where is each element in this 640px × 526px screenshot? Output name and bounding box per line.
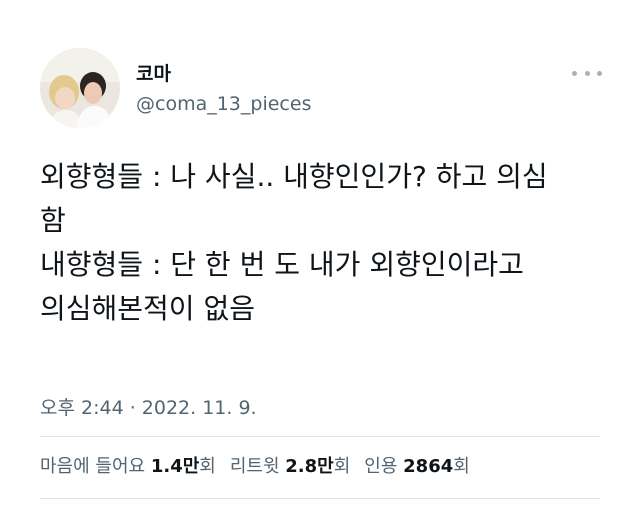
quotes-suffix: 회 [453,456,470,477]
likes-stat[interactable]: 마음에 들어요 1.4만회 [40,455,216,479]
more-options-icon[interactable] [572,66,602,80]
likes-suffix: 회 [199,456,216,477]
likes-label: 마음에 들어요 [40,456,146,477]
likes-count: 1.4만 [150,456,200,477]
retweets-count: 2.8만 [285,456,334,477]
display-name[interactable]: 코마 [136,62,171,86]
retweets-suffix: 회 [333,456,351,477]
tweet-text-line: 내향형들 : 단 한 번 도 내가 외향인이라고 [40,248,524,281]
tweet-text: 외향형들 : 나 사실.. 내향인인가? 하고 의심 함 내향형들 : 단 한 … [40,155,615,331]
avatar[interactable] [40,48,120,128]
dot [584,70,590,76]
quotes-count: 2864 [403,456,454,477]
divider [40,498,600,499]
tweet-timestamp[interactable]: 오후 2:44 · 2022. 11. 9. [40,396,257,420]
user-handle[interactable]: @coma_13_pieces [136,92,311,116]
dot [572,70,577,76]
retweets-label: 리트윗 [229,456,280,477]
profile-photo-icon [40,48,120,128]
retweets-stat[interactable]: 리트윗 2.8만회 [230,455,350,479]
tweet-card: 코마 @coma_13_pieces 외향형들 : 나 사실.. 내향인인가? … [0,0,640,526]
engagement-stats: 마음에 들어요 1.4만회 리트윗 2.8만회 인용 2864회 [40,455,470,479]
quotes-stat[interactable]: 인용 2864회 [364,455,470,479]
dot [597,70,602,76]
tweet-text-line: 외향형들 : 나 사실.. 내향인인가? 하고 의심 [40,160,548,193]
quotes-label: 인용 [364,456,398,477]
tweet-text-line: 의심해본적이 없음 [40,292,255,325]
divider [40,436,600,437]
tweet-text-line: 함 [40,204,66,237]
